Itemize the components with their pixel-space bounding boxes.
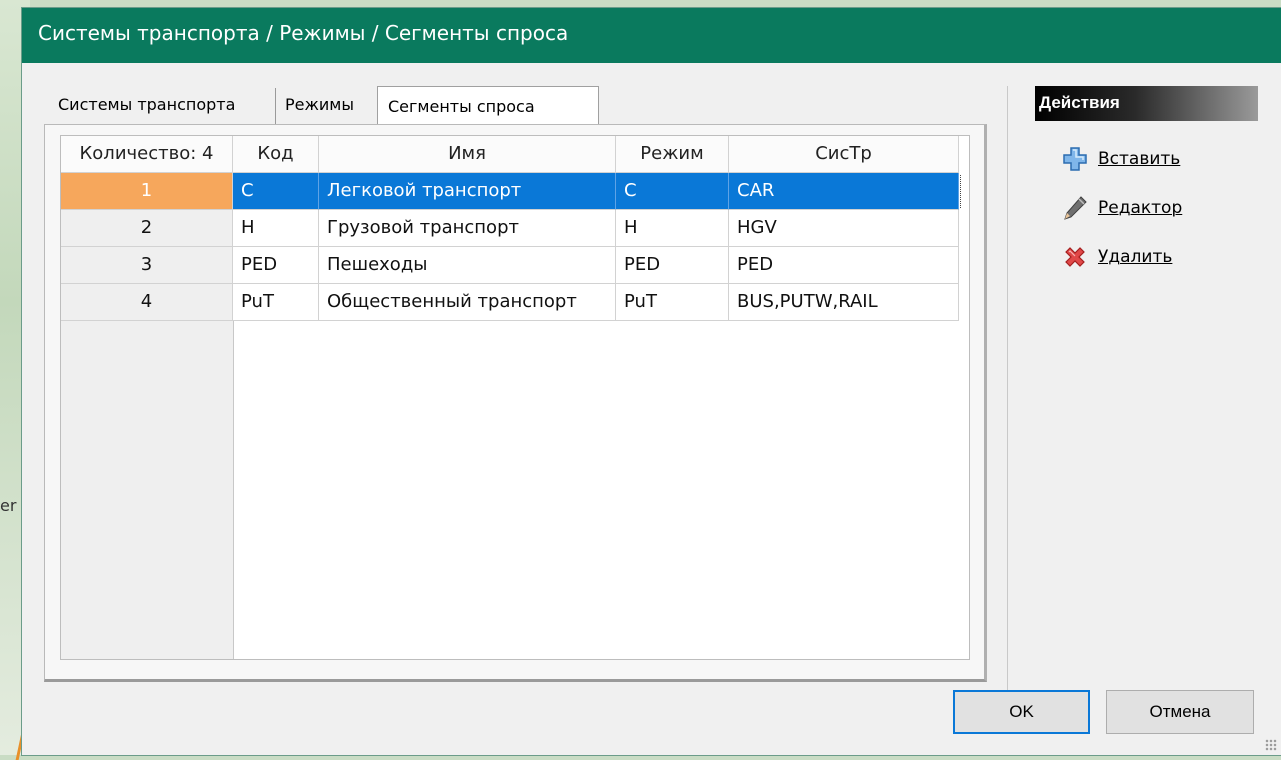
cell-tsys[interactable]: CAR xyxy=(729,173,959,210)
title-bar[interactable]: Системы транспорта / Режимы / Сегменты с… xyxy=(22,8,1281,63)
focus-indicator xyxy=(960,175,966,208)
cell-mode[interactable]: PuT xyxy=(616,284,729,321)
insert-action-label: Вставить xyxy=(1098,149,1181,169)
plus-icon xyxy=(1063,147,1087,171)
cell-code[interactable]: PuT xyxy=(233,284,319,321)
cell-mode[interactable]: PED xyxy=(616,247,729,284)
column-header-name[interactable]: Имя xyxy=(319,136,616,173)
tab-transport-systems[interactable]: Системы транспорта xyxy=(52,88,276,124)
delete-action-label: Удалить xyxy=(1098,247,1173,267)
window-title: Системы транспорта / Режимы / Сегменты с… xyxy=(38,21,569,45)
background-map-label: er xyxy=(0,496,17,515)
cell-code[interactable]: C xyxy=(233,173,319,210)
cell-mode[interactable]: H xyxy=(616,210,729,247)
tab-modes[interactable]: Режимы xyxy=(279,88,375,124)
cell-tsys[interactable]: HGV xyxy=(729,210,959,247)
cell-name[interactable]: Общественный транспорт xyxy=(319,284,616,321)
ok-button[interactable]: OK xyxy=(953,690,1090,734)
column-header-tsys[interactable]: СисТр xyxy=(729,136,959,173)
column-header-mode[interactable]: Режим xyxy=(616,136,729,173)
cancel-button[interactable]: Отмена xyxy=(1106,690,1254,734)
actions-panel: Действия Вставить Редактор Удалить xyxy=(1007,86,1280,700)
delete-x-icon xyxy=(1065,247,1085,267)
cell-tsys[interactable]: PED xyxy=(729,247,959,284)
row-header[interactable]: 3 xyxy=(61,247,233,284)
tab-demand-segments[interactable]: Сегменты спроса xyxy=(377,86,599,126)
demand-segments-grid[interactable]: Количество: 4 Код Имя Режим СисТр 1 C Ле… xyxy=(60,135,970,660)
cell-mode[interactable]: C xyxy=(616,173,729,210)
cell-name[interactable]: Грузовой транспорт xyxy=(319,210,616,247)
cell-code[interactable]: H xyxy=(233,210,319,247)
edit-action-label: Редактор xyxy=(1098,198,1183,218)
dialog-window: Системы транспорта / Режимы / Сегменты с… xyxy=(22,8,1281,755)
actions-header: Действия xyxy=(1035,86,1258,121)
cell-tsys[interactable]: BUS,PUTW,RAIL xyxy=(729,284,959,321)
row-header[interactable]: 1 xyxy=(61,173,233,210)
column-header-code[interactable]: Код xyxy=(233,136,319,173)
cell-name[interactable]: Легковой транспорт xyxy=(319,173,616,210)
count-header: Количество: 4 xyxy=(61,136,233,173)
row-header[interactable]: 4 xyxy=(61,284,233,321)
row-header[interactable]: 2 xyxy=(61,210,233,247)
pencil-icon xyxy=(1064,196,1087,220)
resize-grip[interactable] xyxy=(1265,739,1277,751)
cell-name[interactable]: Пешеходы xyxy=(319,247,616,284)
cell-code[interactable]: PED xyxy=(233,247,319,284)
